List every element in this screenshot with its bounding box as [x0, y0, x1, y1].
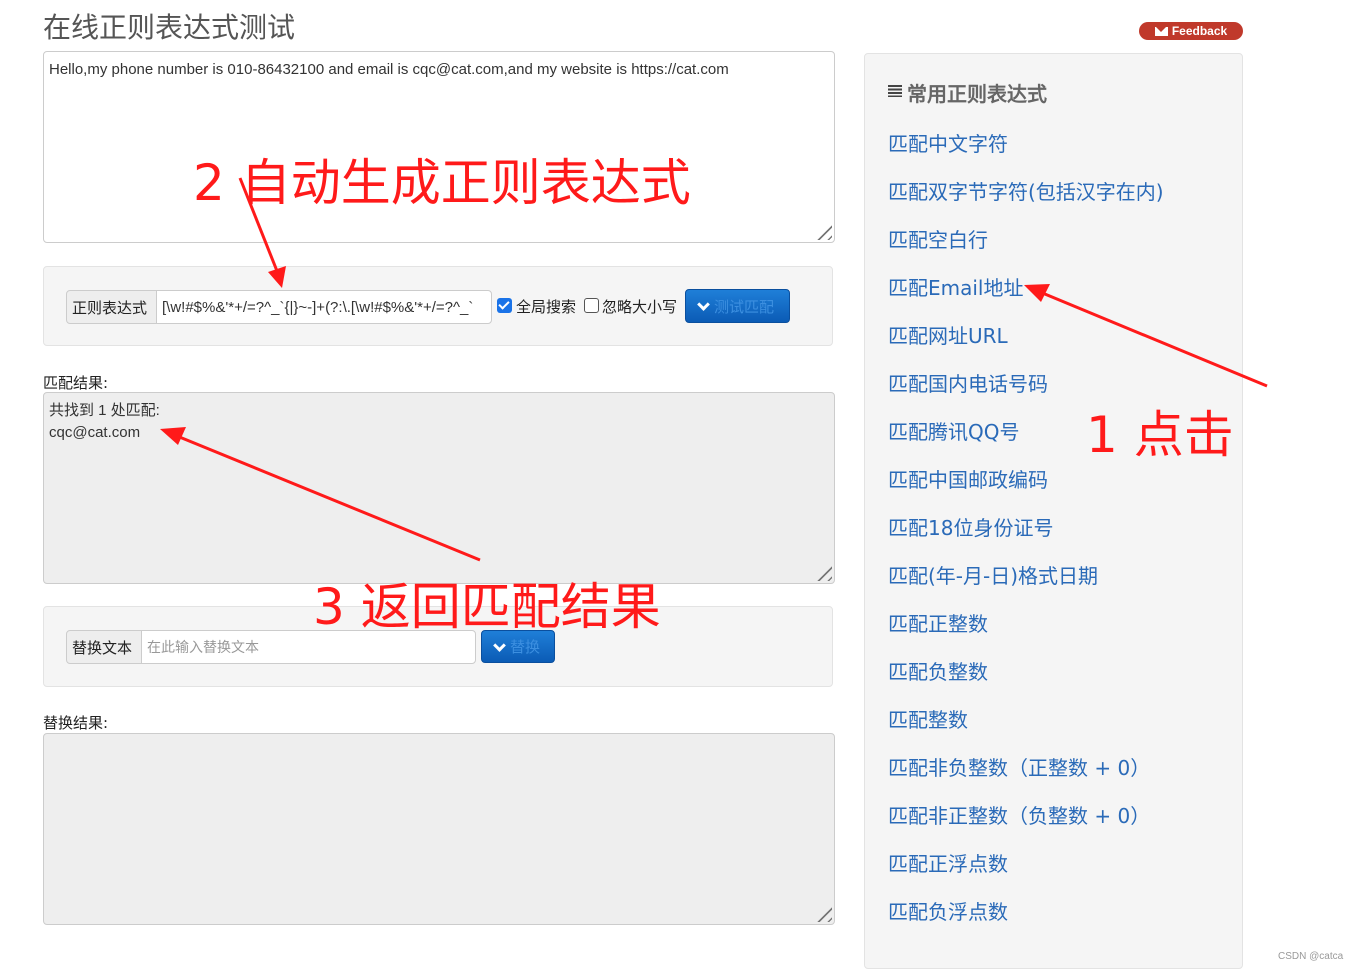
global-search-label: 全局搜索 — [516, 298, 577, 316]
sidebar-title: 常用正则表达式 — [888, 78, 1047, 107]
watermark: CSDN @catca — [1278, 951, 1344, 962]
annotation-step3: 3 返回匹配结果 — [313, 578, 661, 636]
sidebar-link[interactable]: 匹配中文字符 — [888, 128, 1164, 176]
source-text-area[interactable]: Hello,my phone number is 010-86432100 an… — [43, 51, 835, 243]
feedback-button[interactable]: Feedback — [1139, 22, 1243, 40]
resize-grip-icon[interactable] — [812, 902, 832, 922]
sidebar-link[interactable]: 匹配非正整数（负整数 + 0） — [888, 800, 1164, 848]
match-result-label: 匹配结果: — [43, 374, 109, 392]
mail-icon — [1154, 26, 1168, 36]
annotation-step1: 1 点击 — [1086, 406, 1234, 464]
replace-result-label: 替换结果: — [43, 714, 109, 732]
feedback-label: Feedback — [1171, 24, 1228, 38]
sidebar-link[interactable]: 匹配网址URL — [888, 320, 1164, 368]
annotation-step2: 2 自动生成正则表达式 — [193, 154, 691, 212]
sidebar-link[interactable]: 匹配整数 — [888, 704, 1164, 752]
regex-input[interactable]: [\w!#$%&'*+/=?^_`{|}~-]+(?:\.[\w!#$%&'*+… — [156, 290, 492, 324]
sidebar-title-text: 常用正则表达式 — [907, 82, 1047, 106]
sidebar-link[interactable]: 匹配Email地址 — [888, 272, 1164, 320]
sidebar-list: 匹配中文字符 匹配双字节字符(包括汉字在内) 匹配空白行 匹配Email地址 匹配网址U… — [888, 128, 1164, 944]
sidebar-link[interactable]: 匹配空白行 — [888, 224, 1164, 272]
replace-label: 替换文本 — [66, 630, 142, 664]
resize-grip-icon[interactable] — [812, 561, 832, 581]
list-icon — [888, 84, 902, 97]
resize-grip-icon[interactable] — [812, 220, 832, 240]
replace-button-label: 替换 — [510, 638, 541, 656]
match-result-area[interactable]: 共找到 1 处匹配: cqc@cat.com — [43, 392, 835, 584]
test-match-label: 测试匹配 — [714, 297, 775, 316]
test-match-button[interactable]: 测试匹配 — [685, 289, 790, 323]
ignore-case-label: 忽略大小写 — [602, 298, 678, 316]
regex-label: 正则表达式 — [66, 290, 157, 324]
page-title: 在线正则表达式测试 — [43, 11, 296, 44]
sidebar-link[interactable]: 匹配正整数 — [888, 608, 1164, 656]
global-search-checkbox[interactable] — [497, 298, 512, 313]
sidebar-link[interactable]: 匹配双字节字符(包括汉字在内) — [888, 176, 1164, 224]
match-value-text: cqc@cat.com — [49, 424, 141, 441]
replace-result-area[interactable] — [43, 733, 835, 925]
sidebar-link[interactable]: 匹配非负整数（正整数 + 0） — [888, 752, 1164, 800]
sidebar-link[interactable]: 匹配中国邮政编码 — [888, 464, 1164, 512]
sidebar-link[interactable]: 匹配正浮点数 — [888, 848, 1164, 896]
chevron-down-icon — [494, 642, 504, 652]
ignore-case-checkbox[interactable] — [584, 298, 599, 313]
chevron-down-icon — [698, 301, 708, 311]
source-text: Hello,my phone number is 010-86432100 an… — [49, 61, 729, 78]
sidebar-link[interactable]: 匹配(年-月-日)格式日期 — [888, 560, 1164, 608]
sidebar-link[interactable]: 匹配18位身份证号 — [888, 512, 1164, 560]
match-count-text: 共找到 1 处匹配: — [49, 402, 160, 419]
sidebar-link[interactable]: 匹配负浮点数 — [888, 896, 1164, 944]
sidebar-link[interactable]: 匹配负整数 — [888, 656, 1164, 704]
